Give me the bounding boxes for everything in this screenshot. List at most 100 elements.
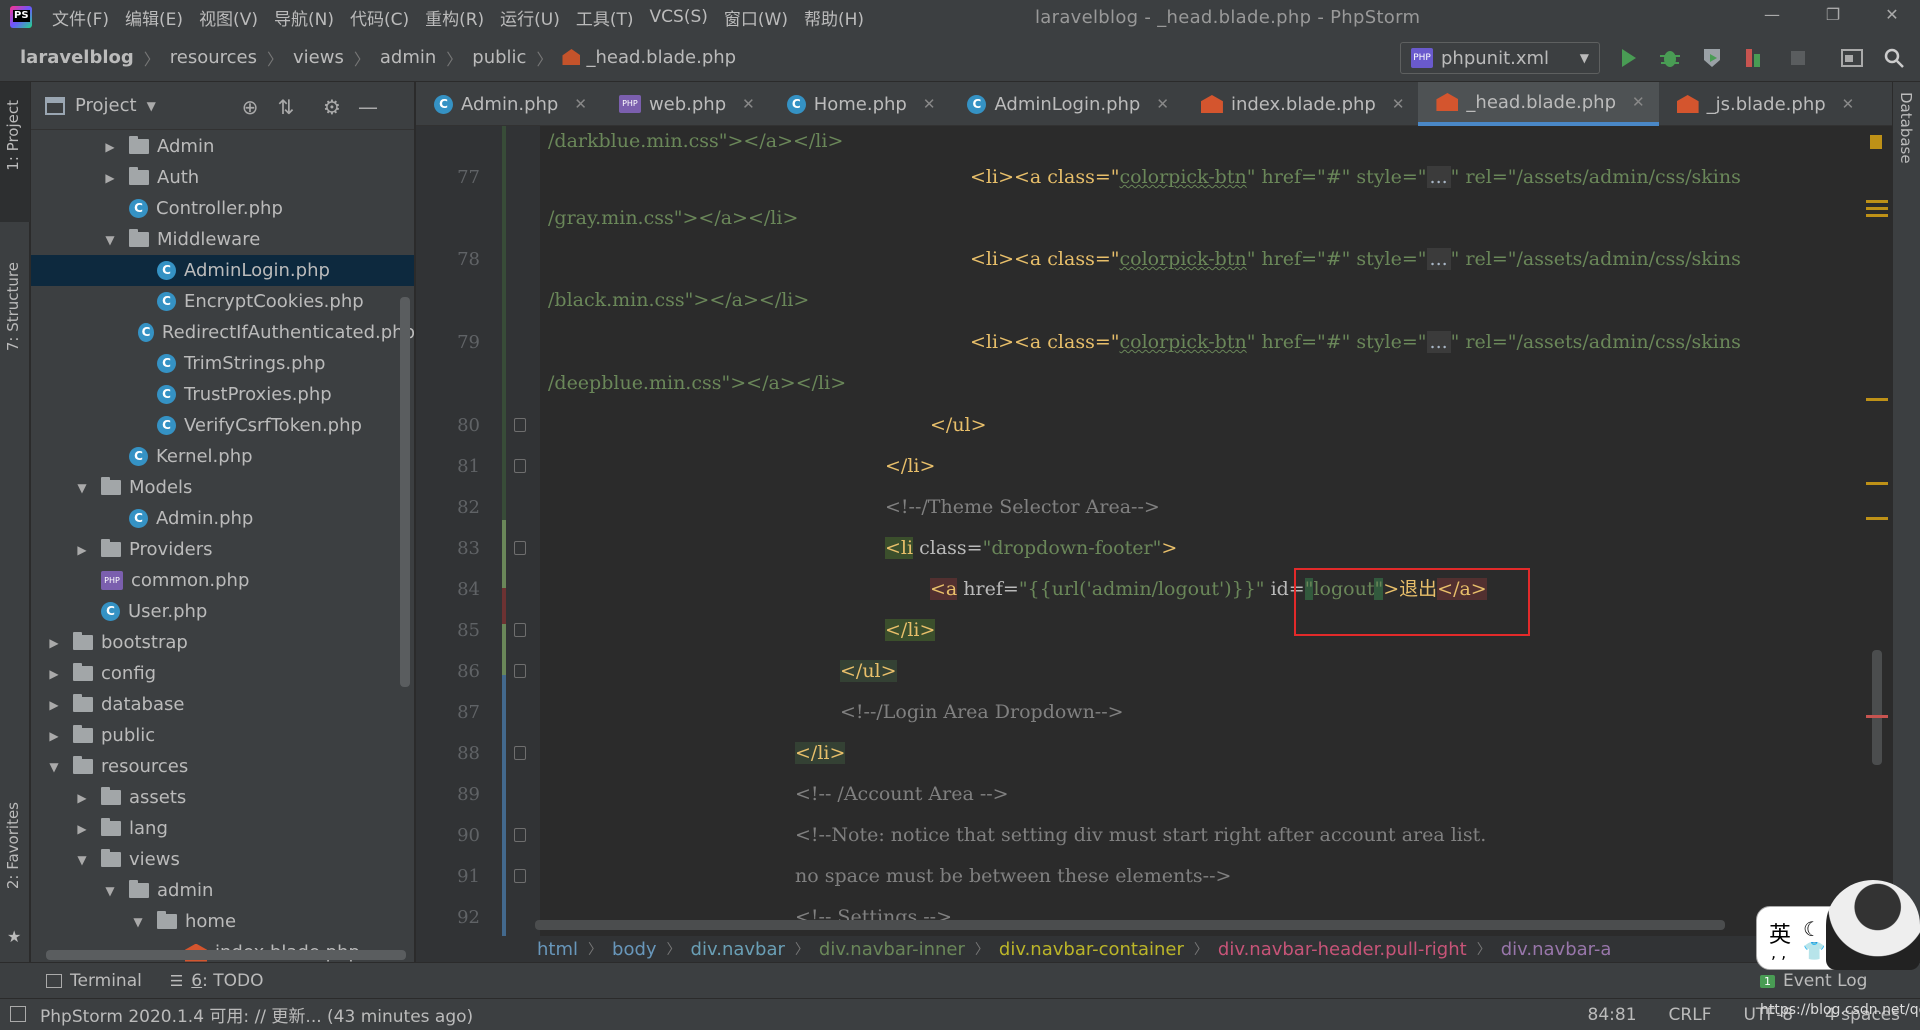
- project-tree-item[interactable]: ▶ Providers: [31, 534, 414, 565]
- tool-tab-structure[interactable]: 7: Structure: [4, 262, 22, 351]
- expand-right-icon[interactable]: ▶: [103, 171, 117, 185]
- project-tree-item[interactable]: PHP common.php: [31, 565, 414, 596]
- line-separator[interactable]: CRLF: [1669, 1005, 1712, 1025]
- menu-code[interactable]: 代码(C): [342, 5, 417, 30]
- caret-position[interactable]: 84:81: [1588, 1005, 1637, 1025]
- project-tree-item[interactable]: ▼ resources: [31, 751, 414, 782]
- nav-crumb-views[interactable]: views: [289, 47, 348, 68]
- expand-right-icon[interactable]: ▶: [75, 791, 89, 805]
- menu-help[interactable]: 帮助(H): [796, 5, 872, 30]
- fold-toggle-icon[interactable]: [514, 869, 526, 883]
- project-tree-item[interactable]: C TrustProxies.php: [31, 379, 414, 410]
- editor-vertical-scrollbar[interactable]: [1872, 650, 1882, 765]
- run-icon[interactable]: [1616, 46, 1640, 70]
- crumb-html[interactable]: html: [533, 939, 582, 960]
- menu-view[interactable]: 视图(V): [191, 5, 266, 30]
- close-tab-icon[interactable]: ✕: [574, 95, 587, 113]
- crumb-navbar-inner[interactable]: div.navbar-inner: [815, 939, 969, 960]
- expand-right-icon[interactable]: ▶: [47, 636, 61, 650]
- fold-toggle-icon[interactable]: [514, 623, 526, 637]
- project-tree-item[interactable]: C User.php: [31, 596, 414, 627]
- menu-navigate[interactable]: 导航(N): [266, 5, 342, 30]
- project-tree-item[interactable]: ▼ Models: [31, 472, 414, 503]
- expand-down-icon[interactable]: ▼: [103, 884, 117, 898]
- menu-run[interactable]: 运行(U): [492, 5, 568, 30]
- project-tree-item[interactable]: C Admin.php: [31, 503, 414, 534]
- project-tree-item[interactable]: ▶ Admin: [31, 131, 414, 162]
- editor-tab[interactable]: PHP web.php ✕: [601, 82, 769, 126]
- code-editor[interactable]: /darkblue.min.css"></a></li> <li><a clas…: [540, 126, 1850, 936]
- project-tree-item[interactable]: C AdminLogin.php: [31, 255, 414, 286]
- warning-status-icon[interactable]: [1870, 135, 1882, 149]
- project-tree-item[interactable]: ▶ public: [31, 720, 414, 751]
- expand-down-icon[interactable]: ▼: [75, 853, 89, 867]
- project-tree-item[interactable]: C Kernel.php: [31, 441, 414, 472]
- crumb-body[interactable]: body: [608, 939, 661, 960]
- tool-tab-database[interactable]: Database: [1897, 92, 1915, 164]
- crumb-navbar-account[interactable]: div.navbar-a: [1497, 939, 1616, 960]
- chevron-down-icon[interactable]: ▼: [147, 99, 156, 113]
- menu-file[interactable]: 文件(F): [44, 5, 117, 30]
- project-tree-item[interactable]: C Controller.php: [31, 193, 414, 224]
- debug-icon[interactable]: [1658, 46, 1682, 70]
- project-tree-item[interactable]: ▶ lang: [31, 813, 414, 844]
- project-tree-item[interactable]: ▶ Auth: [31, 162, 414, 193]
- minimize-button[interactable]: —: [1752, 5, 1792, 29]
- error-stripe-marker[interactable]: [1866, 214, 1888, 217]
- close-tab-icon[interactable]: ✕: [742, 95, 755, 113]
- fold-toggle-icon[interactable]: [514, 541, 526, 555]
- profile-icon[interactable]: [1742, 46, 1766, 70]
- terminal-tool-button[interactable]: Terminal: [0, 971, 156, 991]
- project-tree-item[interactable]: ▶ assets: [31, 782, 414, 813]
- expand-right-icon[interactable]: ▶: [47, 698, 61, 712]
- menu-edit[interactable]: 编辑(E): [117, 5, 191, 30]
- close-tab-icon[interactable]: ✕: [1392, 95, 1405, 113]
- locate-file-icon[interactable]: ⊕: [239, 96, 261, 118]
- run-configuration-dropdown[interactable]: PHP phpunit.xml ▼: [1400, 42, 1600, 74]
- project-tree-item[interactable]: C VerifyCsrfToken.php: [31, 410, 414, 441]
- nav-crumb-file[interactable]: _head.blade.php: [558, 47, 740, 68]
- project-tree-item[interactable]: ▼ home: [31, 906, 414, 937]
- expand-down-icon[interactable]: ▼: [131, 915, 145, 929]
- menu-window[interactable]: 窗口(W): [716, 5, 796, 30]
- ime-floating-bar[interactable]: 英 ☾ , , 👕: [1752, 880, 1920, 970]
- project-tree-vertical-scrollbar[interactable]: [400, 297, 410, 687]
- fold-toggle-icon[interactable]: [514, 828, 526, 842]
- error-stripe-marker[interactable]: [1866, 200, 1888, 203]
- project-tree-item[interactable]: C RedirectIfAuthenticated.php: [31, 317, 414, 348]
- nav-crumb-project[interactable]: laravelblog: [0, 47, 138, 68]
- collapse-all-icon[interactable]: ⇅: [275, 96, 297, 118]
- editor-tab[interactable]: C Admin.php ✕: [416, 82, 601, 126]
- project-tree-item[interactable]: ▼ Middleware: [31, 224, 414, 255]
- editor-horizontal-scrollbar[interactable]: [535, 920, 1725, 930]
- expand-right-icon[interactable]: ▶: [75, 543, 89, 557]
- project-tree-item[interactable]: C TrimStrings.php: [31, 348, 414, 379]
- editor-tab[interactable]: index.blade.php ✕: [1183, 82, 1418, 126]
- crumb-navbar[interactable]: div.navbar: [687, 939, 789, 960]
- status-message[interactable]: PhpStorm 2020.1.4 可用: // 更新... (43 minut…: [0, 1002, 473, 1027]
- close-tab-icon[interactable]: ✕: [923, 95, 936, 113]
- fold-toggle-icon[interactable]: [514, 746, 526, 760]
- tool-tab-favorites[interactable]: 2: Favorites: [4, 802, 22, 889]
- expand-down-icon[interactable]: ▼: [47, 760, 61, 774]
- project-structure-icon[interactable]: [1840, 46, 1864, 70]
- error-stripe-marker[interactable]: [1866, 715, 1888, 718]
- error-stripe-marker[interactable]: [1866, 482, 1888, 485]
- expand-right-icon[interactable]: ▶: [75, 822, 89, 836]
- expand-down-icon[interactable]: ▼: [75, 481, 89, 495]
- fold-toggle-icon[interactable]: [514, 664, 526, 678]
- menu-refactor[interactable]: 重构(R): [417, 5, 492, 30]
- stop-icon[interactable]: [1786, 46, 1810, 70]
- expand-right-icon[interactable]: ▶: [103, 140, 117, 154]
- editor-tab[interactable]: C AdminLogin.php ✕: [949, 82, 1183, 126]
- editor-tab[interactable]: _js.blade.php ✕: [1659, 82, 1869, 126]
- menu-tools[interactable]: 工具(T): [568, 5, 642, 30]
- close-tab-icon[interactable]: ✕: [1156, 95, 1169, 113]
- close-tab-icon[interactable]: ✕: [1632, 93, 1645, 111]
- project-tree-item[interactable]: ▶ bootstrap: [31, 627, 414, 658]
- nav-crumb-resources[interactable]: resources: [166, 47, 261, 68]
- todo-tool-button[interactable]: ☰ 6: TODO: [156, 971, 278, 991]
- project-tree-item[interactable]: ▶ config: [31, 658, 414, 689]
- project-panel-title[interactable]: Project: [75, 95, 137, 116]
- tool-windows-icon[interactable]: [10, 1006, 26, 1022]
